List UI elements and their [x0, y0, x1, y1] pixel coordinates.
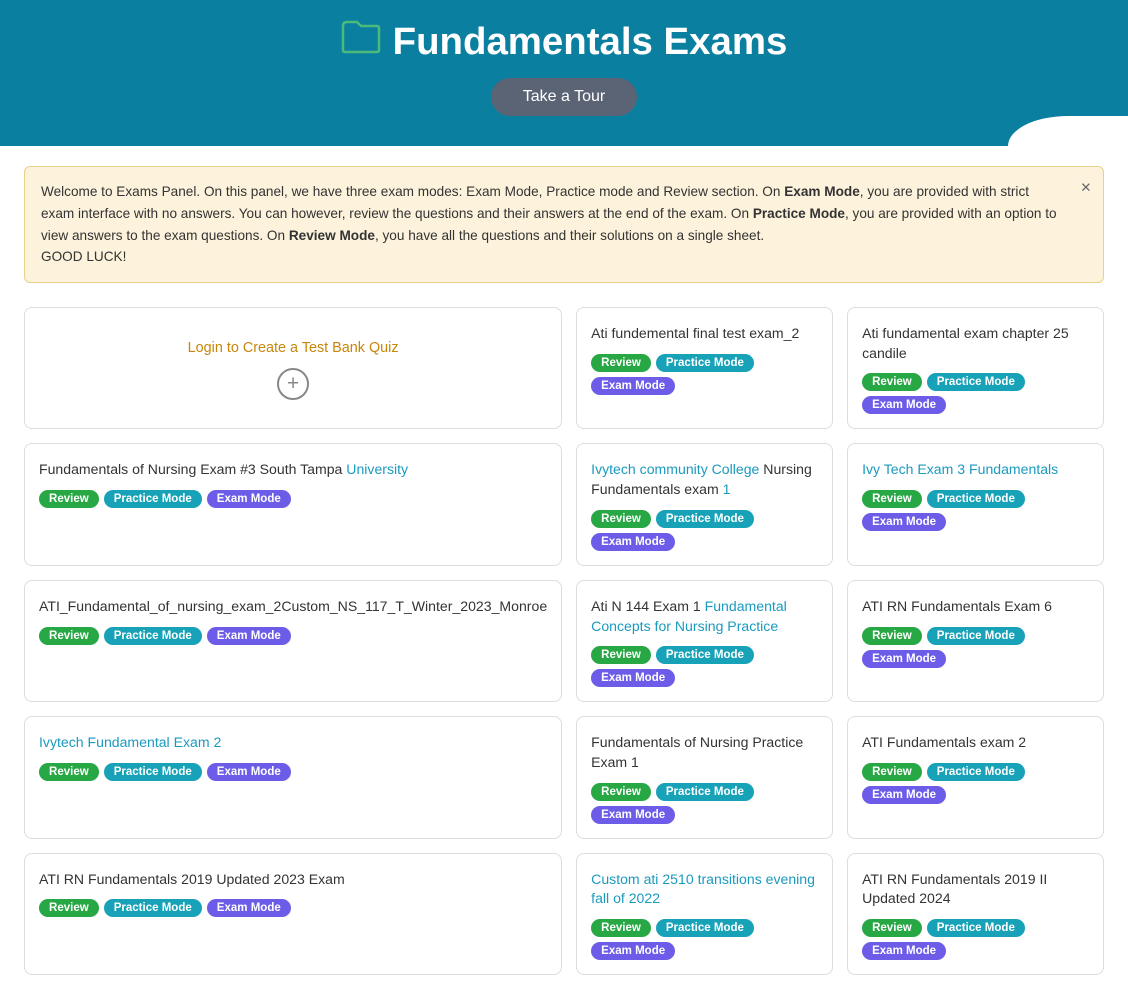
badge-practice-mode[interactable]: Practice Mode — [927, 373, 1025, 391]
card-title: ATI Fundamentals exam 2 — [862, 733, 1089, 753]
badge-review[interactable]: Review — [862, 627, 922, 645]
badge-review[interactable]: Review — [39, 763, 99, 781]
badge-review[interactable]: Review — [39, 490, 99, 508]
badge-exam-mode[interactable]: Exam Mode — [862, 650, 946, 668]
card-ati-rn-2019-2023: ATI RN Fundamentals 2019 Updated 2023 Ex… — [24, 853, 562, 975]
badge-group: Review Practice Mode Exam Mode — [39, 627, 547, 645]
badge-review[interactable]: Review — [862, 763, 922, 781]
alert-banner: × Welcome to Exams Panel. On this panel,… — [24, 166, 1104, 283]
card-ivytech-community: Ivytech community College Nursing Fundam… — [576, 443, 833, 565]
card-title: Ivytech community College Nursing Fundam… — [591, 460, 818, 499]
badge-practice-mode[interactable]: Practice Mode — [104, 899, 202, 917]
badge-practice-mode[interactable]: Practice Mode — [927, 627, 1025, 645]
login-card-title: Login to Create a Test Bank Quiz — [188, 338, 399, 358]
badge-review[interactable]: Review — [862, 490, 922, 508]
card-title: ATI RN Fundamentals 2019 Updated 2023 Ex… — [39, 870, 547, 890]
add-quiz-button[interactable]: + — [277, 368, 309, 400]
card-fundamentals-nursing-3: Fundamentals of Nursing Exam #3 South Ta… — [24, 443, 562, 565]
badge-review[interactable]: Review — [591, 646, 651, 664]
badge-exam-mode[interactable]: Exam Mode — [862, 396, 946, 414]
badge-group: Review Practice Mode Exam Mode — [862, 919, 1089, 960]
badge-exam-mode[interactable]: Exam Mode — [862, 942, 946, 960]
card-custom-ati-2510: Custom ati 2510 transitions evening fall… — [576, 853, 833, 975]
badge-group: Review Practice Mode Exam Mode — [39, 763, 547, 781]
badge-exam-mode[interactable]: Exam Mode — [591, 806, 675, 824]
badge-group: Review Practice Mode Exam Mode — [39, 490, 547, 508]
alert-text: Welcome to Exams Panel. On this panel, w… — [41, 184, 1057, 264]
badge-exam-mode[interactable]: Exam Mode — [207, 899, 291, 917]
badge-exam-mode[interactable]: Exam Mode — [862, 786, 946, 804]
badge-exam-mode[interactable]: Exam Mode — [207, 490, 291, 508]
card-ati-fundamentals-exam2: ATI Fundamentals exam 2 Review Practice M… — [847, 716, 1104, 838]
badge-exam-mode[interactable]: Exam Mode — [591, 377, 675, 395]
badge-review[interactable]: Review — [591, 919, 651, 937]
card-login-card: Login to Create a Test Bank Quiz + — [24, 307, 562, 429]
card-ati-rn-fundamentals-6: ATI RN Fundamentals Exam 6 Review Practic… — [847, 580, 1104, 702]
badge-review[interactable]: Review — [591, 783, 651, 801]
badge-practice-mode[interactable]: Practice Mode — [927, 490, 1025, 508]
card-title: Fundamentals of Nursing Practice Exam 1 — [591, 733, 818, 772]
badge-practice-mode[interactable]: Practice Mode — [927, 763, 1025, 781]
badge-group: Review Practice Mode Exam Mode — [39, 899, 547, 917]
badge-practice-mode[interactable]: Practice Mode — [656, 783, 754, 801]
card-ivytech-fundamental-2: Ivytech Fundamental Exam 2 Review Practic… — [24, 716, 562, 838]
badge-review[interactable]: Review — [39, 627, 99, 645]
badge-group: Review Practice Mode Exam Mode — [591, 646, 818, 687]
badge-practice-mode[interactable]: Practice Mode — [656, 354, 754, 372]
card-title: Custom ati 2510 transitions evening fall… — [591, 870, 818, 909]
badge-group: Review Practice Mode Exam Mode — [862, 627, 1089, 668]
badge-group: Review Practice Mode Exam Mode — [862, 373, 1089, 414]
badge-practice-mode[interactable]: Practice Mode — [104, 763, 202, 781]
card-title: Ati fundamental exam chapter 25 candile — [862, 324, 1089, 363]
card-ati-n144: Ati N 144 Exam 1 Fundamental Concepts fo… — [576, 580, 833, 702]
card-title: ATI_Fundamental_of_nursing_exam_2Custom_… — [39, 597, 547, 617]
badge-group: Review Practice Mode Exam Mode — [591, 354, 818, 395]
badge-review[interactable]: Review — [39, 899, 99, 917]
card-title: Ati fundemental final test exam_2 — [591, 324, 818, 344]
badge-group: Review Practice Mode Exam Mode — [862, 490, 1089, 531]
badge-practice-mode[interactable]: Practice Mode — [104, 627, 202, 645]
badge-group: Review Practice Mode Exam Mode — [862, 763, 1089, 804]
badge-exam-mode[interactable]: Exam Mode — [591, 669, 675, 687]
card-title: Ati N 144 Exam 1 Fundamental Concepts fo… — [591, 597, 818, 636]
card-ati-fundamental-chapter25: Ati fundamental exam chapter 25 candile … — [847, 307, 1104, 429]
badge-exam-mode[interactable]: Exam Mode — [207, 627, 291, 645]
badge-exam-mode[interactable]: Exam Mode — [591, 942, 675, 960]
card-ati-fundemental-final: Ati fundemental final test exam_2 Review… — [576, 307, 833, 429]
header: Fundamentals Exams Take a Tour — [0, 0, 1128, 146]
card-ivy-tech-exam3: Ivy Tech Exam 3 Fundamentals Review Pract… — [847, 443, 1104, 565]
badge-practice-mode[interactable]: Practice Mode — [656, 919, 754, 937]
card-title: ATI RN Fundamentals 2019 II Updated 2024 — [862, 870, 1089, 909]
main-content: × Welcome to Exams Panel. On this panel,… — [0, 146, 1128, 999]
badge-practice-mode[interactable]: Practice Mode — [927, 919, 1025, 937]
badge-review[interactable]: Review — [591, 510, 651, 528]
alert-close-button[interactable]: × — [1081, 177, 1091, 198]
badge-exam-mode[interactable]: Exam Mode — [591, 533, 675, 551]
badge-group: Review Practice Mode Exam Mode — [591, 783, 818, 824]
badge-exam-mode[interactable]: Exam Mode — [862, 513, 946, 531]
badge-practice-mode[interactable]: Practice Mode — [656, 510, 754, 528]
badge-exam-mode[interactable]: Exam Mode — [207, 763, 291, 781]
card-title: ATI RN Fundamentals Exam 6 — [862, 597, 1089, 617]
card-ati-fundamental-custom: ATI_Fundamental_of_nursing_exam_2Custom_… — [24, 580, 562, 702]
folder-icon — [341, 20, 381, 64]
badge-practice-mode[interactable]: Practice Mode — [656, 646, 754, 664]
take-tour-button[interactable]: Take a Tour — [491, 78, 637, 116]
cards-grid: Login to Create a Test Bank Quiz + Ati f… — [24, 307, 1104, 975]
badge-review[interactable]: Review — [862, 919, 922, 937]
badge-group: Review Practice Mode Exam Mode — [591, 919, 818, 960]
page-title: Fundamentals Exams — [0, 20, 1128, 64]
card-title: Ivytech Fundamental Exam 2 — [39, 733, 547, 753]
badge-group: Review Practice Mode Exam Mode — [591, 510, 818, 551]
badge-review[interactable]: Review — [591, 354, 651, 372]
card-title: Fundamentals of Nursing Exam #3 South Ta… — [39, 460, 547, 480]
card-title: Ivy Tech Exam 3 Fundamentals — [862, 460, 1089, 480]
badge-review[interactable]: Review — [862, 373, 922, 391]
card-fundamentals-nursing-practice-1: Fundamentals of Nursing Practice Exam 1 … — [576, 716, 833, 838]
badge-practice-mode[interactable]: Practice Mode — [104, 490, 202, 508]
card-ati-rn-2019-ii-2024: ATI RN Fundamentals 2019 II Updated 2024… — [847, 853, 1104, 975]
